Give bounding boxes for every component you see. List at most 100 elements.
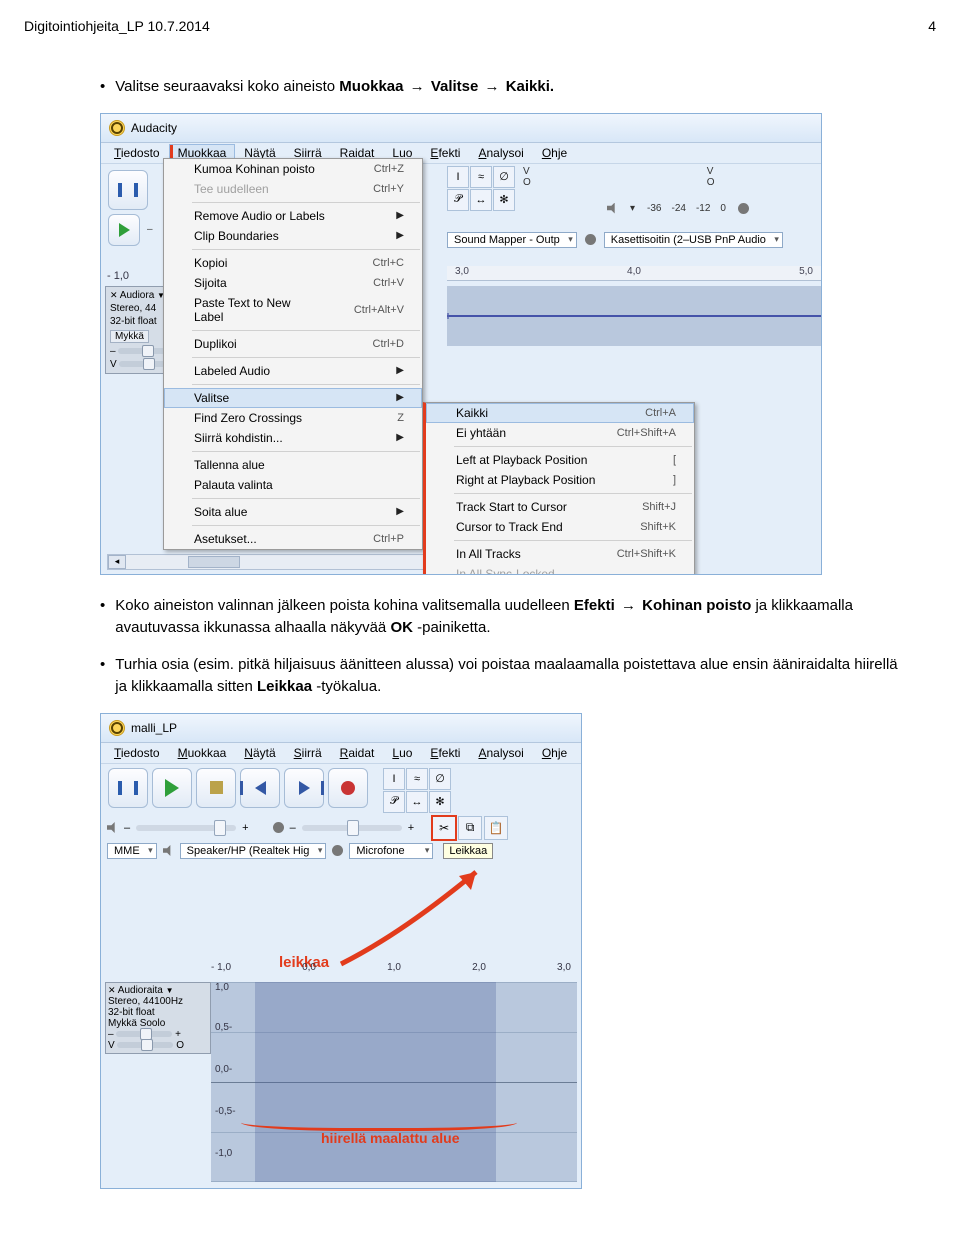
menu-efekti[interactable]: Efekti [421,144,469,162]
menu-efekti[interactable]: Efekti [421,744,469,762]
menuitem-kumoa-kohinan-poisto[interactable]: Kumoa Kohinan poistoCtrl+Z [164,159,422,179]
bullet-3-text: Turhia osia (esim. pitkä hiljaisuus ääni… [115,654,900,699]
play-button[interactable] [108,214,140,246]
tool-cell[interactable]: ∅ [429,768,451,790]
menuitem-soita-alue[interactable]: Soita alue▶ [164,502,422,522]
track-panel[interactable]: ✕ Audioraita ▼ Stereo, 44100Hz 32-bit fl… [105,982,211,1054]
mute-button[interactable]: Mykkä [110,330,149,343]
menuitem-kaikki[interactable]: KaikkiCtrl+A [426,403,694,423]
output-device-select[interactable]: Sound Mapper - Outp [447,232,577,248]
menuitem-tallenna-alue[interactable]: Tallenna alue [164,455,422,475]
bullet-3: • Turhia osia (esim. pitkä hiljaisuus ää… [100,654,900,699]
pause-button[interactable] [108,170,148,210]
cut-button[interactable]: ✂ [432,816,456,840]
menu-ohje[interactable]: Ohje [533,744,576,762]
bullet-2-post2: -painiketta. [417,619,490,636]
pan-slider[interactable] [117,1042,173,1048]
skip-end-button[interactable] [284,768,324,808]
arrow-icon: → [410,78,425,95]
copy-button[interactable]: ⧉ [458,816,482,840]
bullet-3-post: -työkalua. [316,678,381,695]
tool-cell[interactable]: 𝒫 [383,791,405,813]
tool-cell[interactable]: I [383,768,405,790]
menuitem-duplikoi[interactable]: DuplikoiCtrl+D [164,334,422,354]
tool-cell[interactable]: ≈ [406,768,428,790]
tool-cell[interactable]: ✻ [429,791,451,813]
menuitem-track-start-to-cursor[interactable]: Track Start to CursorShift+J [426,497,694,517]
tools-grid[interactable]: I≈∅ 𝒫↔✻ [383,768,451,813]
menuitem-clip-boundaries[interactable]: Clip Boundaries▶ [164,226,422,246]
menuitem-find-zero-crossings[interactable]: Find Zero CrossingsZ [164,408,422,428]
skip-end-icon [299,781,310,795]
output-device-select[interactable]: Speaker/HP (Realtek Hig [180,843,327,859]
tool-cell[interactable]: ↔ [406,791,428,813]
scroll-left-button[interactable]: ◂ [108,555,126,569]
menuitem-label: Sijoita [194,276,227,290]
meter-values: -36-24-120 [647,203,726,214]
menuitem-labeled-audio[interactable]: Labeled Audio▶ [164,361,422,381]
gain-slider[interactable] [116,1031,172,1037]
tool-cell[interactable]: 𝒫 [447,189,469,211]
menu-analysoi[interactable]: Analysoi [469,744,532,762]
menuitem-ei-yht-n[interactable]: Ei yhtäänCtrl+Shift+A [426,423,694,443]
pause-button[interactable] [108,768,148,808]
input-device-select[interactable]: Kasettisoitin (2–USB PnP Audio [604,232,783,248]
menuitem-asetukset-[interactable]: Asetukset...Ctrl+P [164,529,422,549]
menuitem-siirr-kohdistin-[interactable]: Siirrä kohdistin...▶ [164,428,422,448]
stop-button[interactable] [196,768,236,808]
waveform[interactable] [447,286,821,346]
record-button[interactable] [328,768,368,808]
output-volume-slider[interactable] [136,825,236,831]
menu-luo[interactable]: Luo [383,744,421,762]
menu-analysoi[interactable]: Analysoi [469,144,532,162]
menuitem-in-all-tracks[interactable]: In All TracksCtrl+Shift+K [426,544,694,564]
menuitem-palauta-valinta[interactable]: Palauta valinta [164,475,422,495]
menu-raidat[interactable]: Raidat [331,744,384,762]
speaker-icon [163,845,174,856]
menu-ohje[interactable]: Ohje [533,144,576,162]
page-number: 4 [928,18,936,34]
horizontal-scrollbar[interactable]: ◂ ▸ [107,554,461,570]
menuitem-sijoita[interactable]: SijoitaCtrl+V [164,273,422,293]
tools-grid[interactable]: I≈∅ 𝒫↔✻ [447,166,515,211]
menuitem-left-at-playback-position[interactable]: Left at Playback Position [ [426,450,694,470]
red-brace-annotation [241,1110,517,1131]
menu-muokkaa[interactable]: Muokkaa [169,744,236,762]
menu-siirrä[interactable]: Siirrä [285,744,331,762]
play-button[interactable] [152,768,192,808]
audacity-icon [109,720,125,736]
label-v: V [110,359,117,370]
waveform[interactable]: hiirellä maalattu alue [211,982,577,1182]
label-o: O [176,1040,184,1051]
solo-button[interactable]: Soolo [140,1018,166,1029]
input-device-select[interactable]: Microfone [349,843,433,859]
menuitem-shortcut: [ [673,454,676,466]
mute-button[interactable]: Mykkä [108,1018,137,1029]
menuitem-in-all-sync-locked-tracks: In All Sync-Locked TracksCtrl+Shift+Y [426,564,694,575]
menuitem-label: Left at Playback Position [456,453,587,467]
timeline-tick: 2,0 [472,962,486,973]
menu-näytä[interactable]: Näytä [235,744,284,762]
select-submenu[interactable]: KaikkiCtrl+AEi yhtäänCtrl+Shift+A Left at… [423,402,695,575]
tool-cell[interactable]: ≈ [470,166,492,188]
menuitem-label: Remove Audio or Labels [194,209,325,223]
tool-cell[interactable]: ∅ [493,166,515,188]
menuitem-paste-text-to-new-label[interactable]: Paste Text to New LabelCtrl+Alt+V [164,293,422,327]
host-select[interactable]: MME [107,843,157,859]
tool-cell[interactable]: ✻ [493,189,515,211]
input-volume-slider[interactable] [302,825,402,831]
menuitem-remove-audio-or-labels[interactable]: Remove Audio or Labels▶ [164,206,422,226]
menuitem-kopioi[interactable]: KopioiCtrl+C [164,253,422,273]
menu-tiedosto[interactable]: Tiedosto [105,744,169,762]
scroll-thumb[interactable] [188,556,240,568]
paste-button[interactable]: 📋 [484,816,508,840]
tool-cell[interactable]: ↔ [470,189,492,211]
vo-labels-r: V O [707,166,715,188]
edit-menu-dropdown[interactable]: Kumoa Kohinan poistoCtrl+ZTee uudelleenC… [163,158,423,550]
menuitem-valitse[interactable]: Valitse▶ [164,388,422,408]
menuitem-cursor-to-track-end[interactable]: Cursor to Track EndShift+K [426,517,694,537]
tool-cell[interactable]: I [447,166,469,188]
menu-tiedosto[interactable]: Tiedosto [105,144,169,162]
menuitem-right-at-playback-position[interactable]: Right at Playback Position] [426,470,694,490]
skip-start-button[interactable] [240,768,280,808]
